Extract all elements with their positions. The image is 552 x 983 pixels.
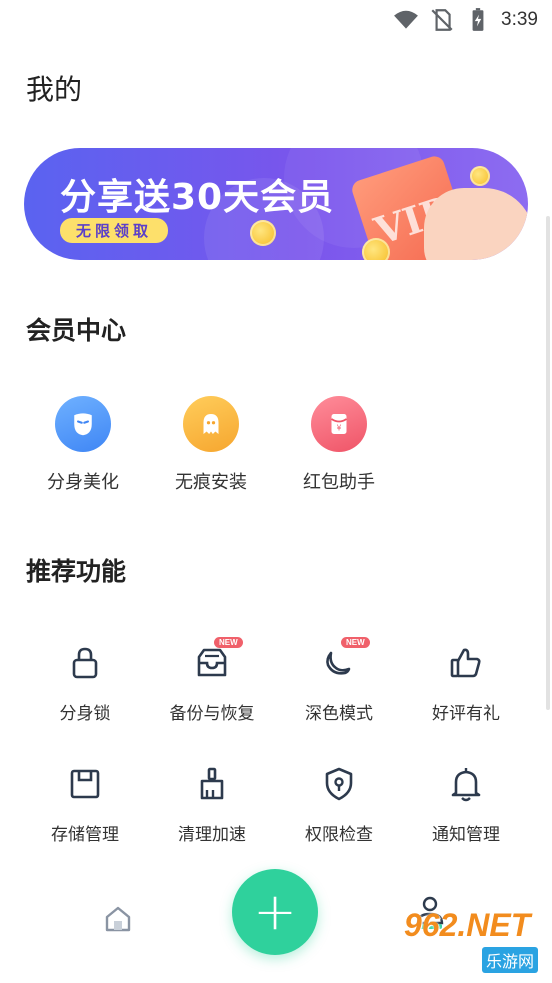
- svg-text:¥: ¥: [337, 423, 342, 432]
- storage-icon: [65, 764, 105, 804]
- lock-icon: [65, 643, 105, 683]
- feature-label: 备份与恢复: [169, 704, 255, 724]
- coin-icon: [362, 238, 390, 260]
- mask-icon: [55, 396, 111, 452]
- coin-icon: [470, 166, 490, 186]
- feature-permission-check[interactable]: 权限检查: [279, 764, 399, 845]
- home-icon[interactable]: [102, 903, 134, 935]
- new-badge: NEW: [214, 637, 243, 648]
- feature-label: 存储管理: [51, 825, 119, 845]
- scrollbar[interactable]: [546, 216, 550, 710]
- broom-icon: [192, 764, 232, 804]
- share-vip-banner[interactable]: 分享送30天会员 无限领取 VIP: [24, 148, 528, 260]
- feature-dark-mode[interactable]: NEW 深色模式: [279, 637, 399, 724]
- feature-clean-boost[interactable]: 清理加速: [152, 764, 272, 845]
- site-watermark: 962.NET 乐游网: [404, 907, 544, 975]
- feature-notification[interactable]: 通知管理: [406, 764, 526, 845]
- watermark-number: 962.NET: [404, 907, 531, 943]
- thumbs-up-icon: [446, 643, 486, 683]
- inbox-icon: NEW: [192, 637, 243, 683]
- red-envelope-icon: ¥: [311, 396, 367, 452]
- wifi-icon: [393, 7, 419, 33]
- shield-icon: [319, 764, 359, 804]
- battery-charging-icon: [465, 7, 491, 33]
- feature-clone-lock[interactable]: 分身锁: [25, 643, 145, 724]
- no-sim-icon: [429, 7, 455, 33]
- recommended-title: 推荐功能: [26, 557, 127, 586]
- status-time: 3:39: [501, 9, 538, 30]
- member-center-title: 会员中心: [26, 316, 127, 345]
- coin-icon: [250, 220, 276, 246]
- bell-icon: [446, 764, 486, 804]
- moon-icon: NEW: [319, 637, 370, 683]
- feature-label: 通知管理: [432, 825, 500, 845]
- feature-label: 清理加速: [178, 825, 246, 845]
- member-item-skin[interactable]: 分身美化: [28, 396, 138, 494]
- feature-backup-restore[interactable]: NEW 备份与恢复: [152, 637, 272, 724]
- new-badge: NEW: [341, 637, 370, 648]
- ghost-icon: [183, 396, 239, 452]
- feature-label: 分身锁: [59, 704, 111, 724]
- banner-tag: 无限领取: [60, 218, 169, 243]
- add-clone-button[interactable]: +: [232, 869, 318, 955]
- member-item-label: 红包助手: [303, 472, 375, 493]
- feature-label: 权限检查: [305, 825, 373, 845]
- status-bar: 3:39: [0, 0, 552, 40]
- watermark-site: 乐游网: [481, 947, 538, 973]
- member-item-red-envelope[interactable]: ¥ 红包助手: [284, 396, 394, 494]
- banner-title: 分享送30天会员: [60, 177, 335, 218]
- member-item-label: 无痕安装: [175, 472, 247, 493]
- feature-rate-reward[interactable]: 好评有礼: [406, 643, 526, 724]
- member-item-silent-install[interactable]: 无痕安装: [156, 396, 266, 494]
- feature-label: 好评有礼: [432, 704, 500, 724]
- page-title: 我的: [26, 73, 83, 106]
- feature-label: 深色模式: [305, 704, 373, 724]
- hand-image: [424, 188, 528, 260]
- member-item-label: 分身美化: [47, 472, 119, 493]
- feature-storage[interactable]: 存储管理: [25, 764, 145, 845]
